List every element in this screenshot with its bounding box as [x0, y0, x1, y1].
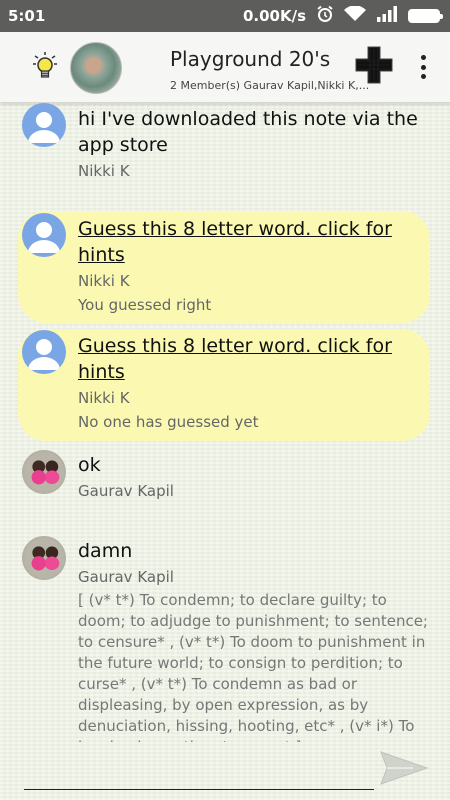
message-composer	[0, 742, 450, 800]
app-bar: Playground 20's 2 Member(s) Gaurav Kapil…	[0, 32, 450, 103]
avatar	[22, 330, 66, 374]
group-members[interactable]: 2 Member(s) Gaurav Kapil,Nikki K,...	[170, 79, 369, 92]
alarm-icon	[316, 5, 334, 27]
message-input[interactable]	[24, 789, 374, 790]
more-options-icon[interactable]	[413, 52, 433, 82]
avatar	[22, 103, 66, 147]
avatar	[22, 450, 66, 494]
hint-link[interactable]: Guess this 8 letter word. click for hint…	[78, 333, 430, 385]
guess-status: No one has guessed yet	[78, 413, 259, 431]
hint-link[interactable]: Guess this 8 letter word. click for hint…	[78, 216, 430, 268]
message-text: hi I've downloaded this note via the app…	[78, 108, 418, 156]
avatar	[22, 213, 66, 257]
message-author: Gaurav Kapil	[78, 482, 174, 500]
signal-icon	[376, 6, 398, 26]
message-author: Gaurav Kapil	[78, 568, 174, 586]
group-title[interactable]: Playground 20's	[170, 47, 330, 71]
group-avatar[interactable]	[70, 42, 122, 94]
message-author: Nikki K	[78, 272, 130, 290]
add-icon[interactable]	[354, 45, 394, 85]
guess-status: You guessed right	[78, 296, 212, 314]
message-text: ok	[78, 454, 101, 476]
lightbulb-icon[interactable]	[33, 52, 57, 82]
send-icon[interactable]	[379, 748, 429, 788]
wifi-icon	[344, 5, 366, 26]
message-text: damn	[78, 540, 133, 562]
status-time: 5:01	[8, 7, 46, 25]
word-definition: [ (v* t*) To condemn; to declare guilty;…	[78, 591, 428, 742]
message-author: Nikki K	[78, 162, 130, 180]
avatar	[22, 536, 66, 580]
battery-icon	[408, 9, 443, 23]
message-item[interactable]: damn Gaurav Kapil [ (v* t*) To condemn; …	[0, 536, 450, 742]
message-author: Nikki K	[78, 389, 130, 407]
net-speed: 0.00K/s	[242, 7, 306, 25]
status-bar: 5:01 0.00K/s	[0, 0, 450, 32]
